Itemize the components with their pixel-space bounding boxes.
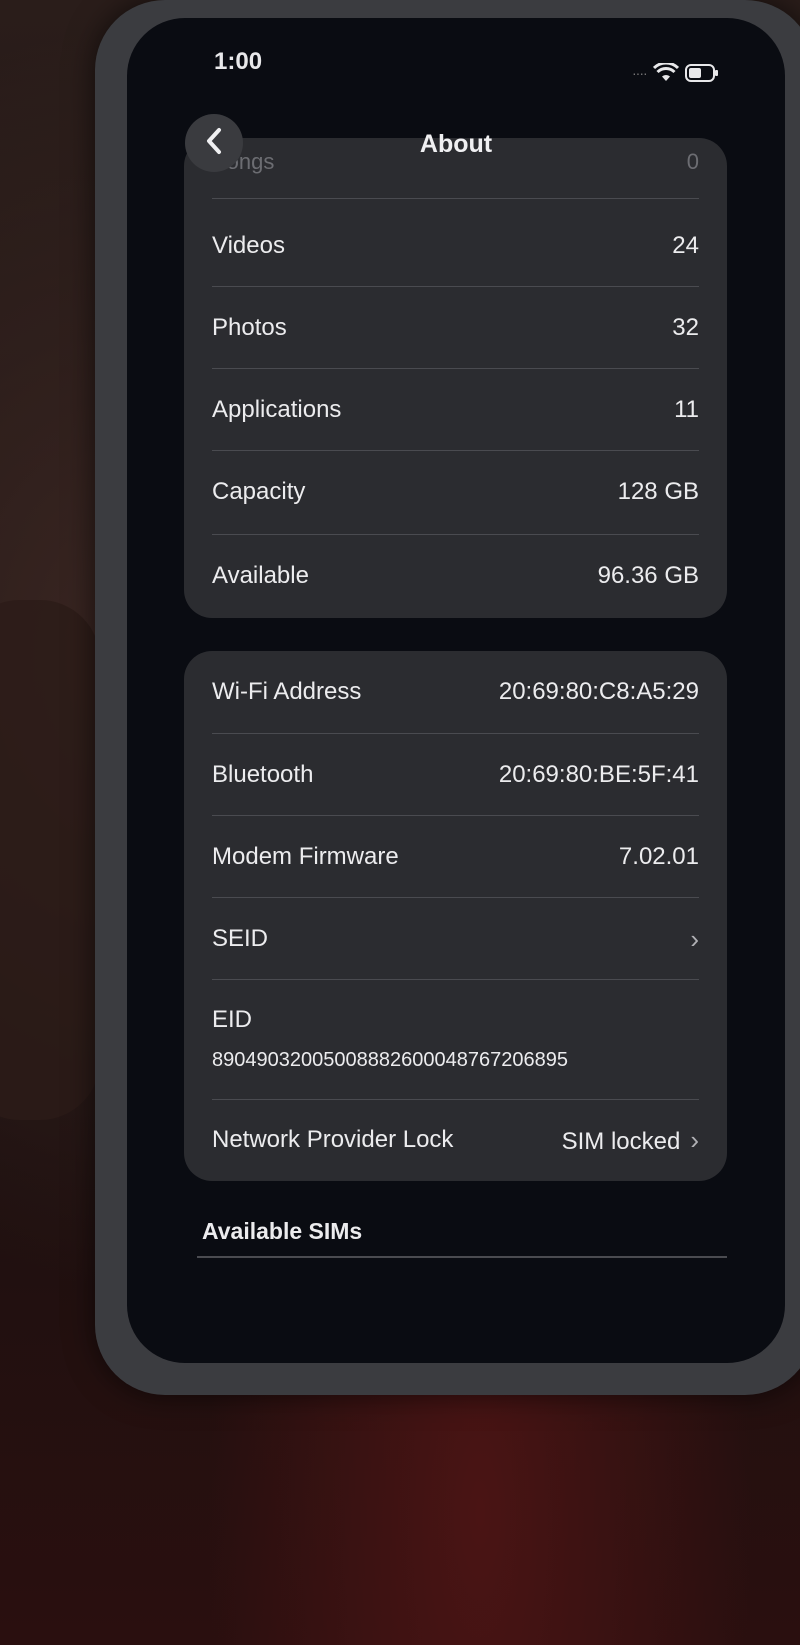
storage-row-applications[interactable]: Applications 11 xyxy=(212,370,699,450)
eid-value[interactable]: 89049032005008882600048767206895 xyxy=(212,1049,568,1072)
network-group: Wi-Fi Address 20:69:80:C8:A5:29 Bluetoot… xyxy=(184,651,727,1181)
storage-group: Songs 0 Videos 24 Photos 32 Applications… xyxy=(184,138,727,618)
row-label: Videos xyxy=(212,232,285,259)
row-value: 128 GB xyxy=(617,478,699,505)
navigation-bar: About xyxy=(127,108,785,172)
status-time: 1:00 xyxy=(214,48,263,75)
row-label: Available xyxy=(212,562,309,589)
status-icons: ···· xyxy=(632,63,719,83)
row-label: Modem Firmware xyxy=(212,843,399,870)
row-label: SEID xyxy=(212,925,269,952)
row-value: 7.02.01 xyxy=(618,843,699,870)
network-row-seid[interactable]: SEID › xyxy=(212,899,699,979)
status-bar: 1:00 ···· xyxy=(127,18,785,108)
storage-row-photos[interactable]: Photos 32 xyxy=(212,288,699,368)
row-value: 11 xyxy=(674,396,699,423)
row-label: Wi-Fi Address xyxy=(212,678,362,705)
battery-icon xyxy=(684,64,719,82)
page-title: About xyxy=(419,130,493,158)
lock-status: SIM locked xyxy=(561,1127,681,1155)
divider xyxy=(212,534,699,535)
wifi-icon xyxy=(652,63,679,83)
eid-label: EID xyxy=(212,1006,253,1033)
divider xyxy=(212,897,699,898)
storage-row-capacity[interactable]: Capacity 128 GB xyxy=(212,452,699,532)
storage-row-videos[interactable]: Videos 24 xyxy=(212,206,699,286)
divider xyxy=(212,815,699,816)
row-value: 24 xyxy=(672,232,699,259)
chevron-right-icon: › xyxy=(690,923,699,954)
chevron-right-icon: › xyxy=(690,1124,699,1155)
divider xyxy=(212,368,699,369)
divider xyxy=(212,450,699,451)
phone-screen: 1:00 ···· Songs 0 Videos 24 Photos 32 Ap… xyxy=(127,18,785,1363)
network-row-modem-firmware[interactable]: Modem Firmware 7.02.01 xyxy=(212,817,699,897)
network-provider-lock-row[interactable]: Network Provider Lock SIM locked › xyxy=(212,1101,699,1179)
row-value-group: SIM locked › xyxy=(562,1125,699,1156)
divider xyxy=(212,733,699,734)
row-value: 20:69:80:BE:5F:41 xyxy=(498,761,699,788)
hand xyxy=(0,600,100,1120)
divider xyxy=(212,1099,699,1100)
storage-row-available[interactable]: Available 96.36 GB xyxy=(212,536,699,616)
row-label: Network Provider Lock xyxy=(212,1126,454,1153)
row-value: 96.36 GB xyxy=(597,562,699,589)
row-value: 20:69:80:C8:A5:29 xyxy=(498,678,699,705)
divider xyxy=(197,1256,727,1258)
network-row-wifi-address[interactable]: Wi-Fi Address 20:69:80:C8:A5:29 xyxy=(212,651,699,733)
row-label: Bluetooth xyxy=(212,761,314,788)
divider xyxy=(212,286,699,287)
row-label: Applications xyxy=(212,396,342,423)
signal-icon: ···· xyxy=(632,65,648,81)
network-row-bluetooth[interactable]: Bluetooth 20:69:80:BE:5F:41 xyxy=(212,735,699,815)
available-sims-header: Available SIMs xyxy=(202,1218,363,1244)
divider xyxy=(212,979,699,980)
row-label: Capacity xyxy=(212,478,306,505)
divider xyxy=(212,198,699,199)
row-value: 32 xyxy=(672,314,699,341)
row-label: Photos xyxy=(212,314,287,341)
